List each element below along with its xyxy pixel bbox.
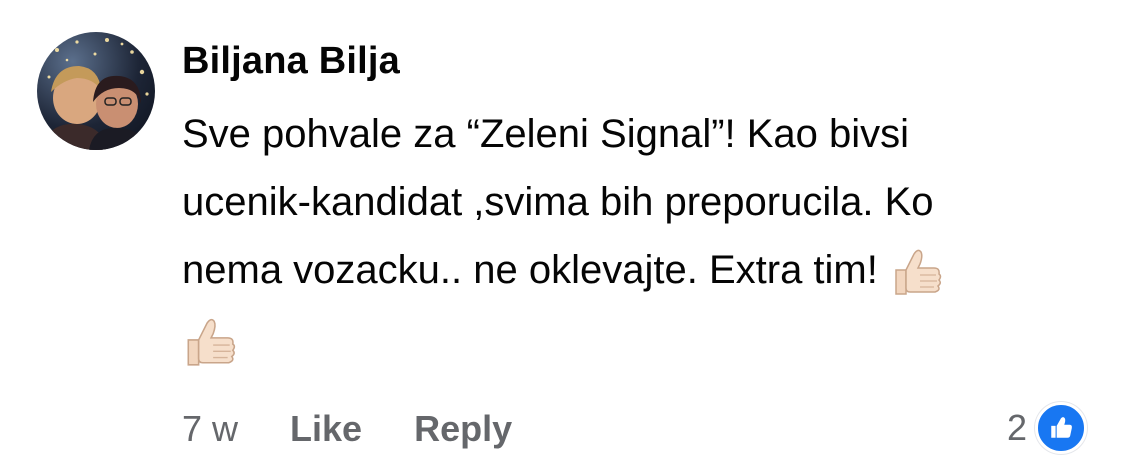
avatar[interactable] — [37, 32, 155, 150]
comment-text-line: Sve pohvale za “Zeleni Signal”! Kao bivs… — [182, 112, 910, 156]
comment-author[interactable]: Biljana Bilja — [182, 40, 400, 83]
like-reaction-icon — [1035, 402, 1087, 454]
like-button[interactable]: Like — [290, 408, 362, 450]
reaction-count: 2 — [1006, 407, 1027, 448]
comment-timestamp[interactable]: 7 w — [182, 408, 238, 450]
comment-text-line: ucenik-kandidat ,svima bih preporucila. … — [182, 180, 934, 224]
thumbs-up-icon — [180, 314, 238, 370]
thumbs-up-icon — [888, 246, 944, 298]
comment-text: Sve pohvale za “Zeleni Signal”! Kao bivs… — [182, 100, 1082, 304]
reply-button[interactable]: Reply — [414, 408, 512, 450]
comment-text-line: nema vozacku.. ne oklevajte. Extra tim! — [182, 236, 1082, 304]
reaction-summary[interactable]: 2 — [1007, 402, 1087, 454]
comment-actions: 7 w Like Reply — [182, 404, 564, 454]
